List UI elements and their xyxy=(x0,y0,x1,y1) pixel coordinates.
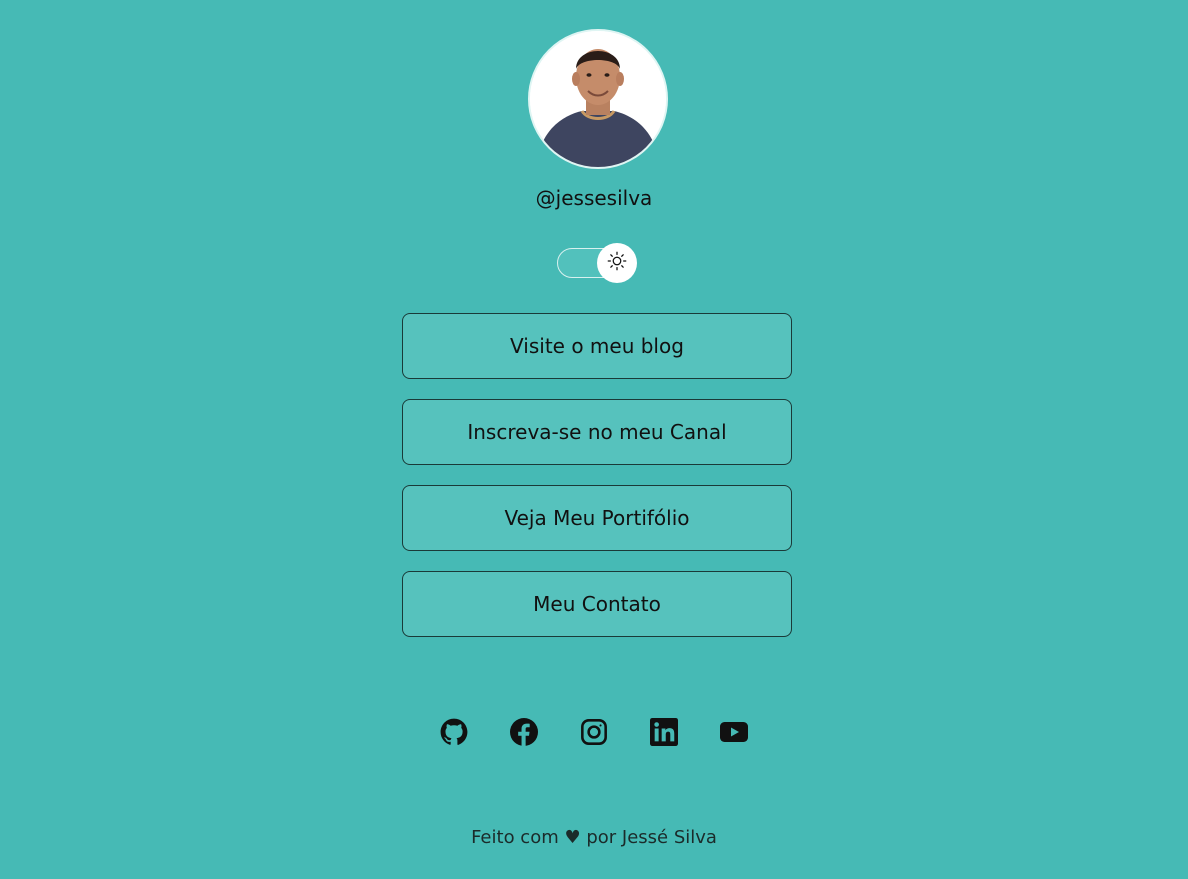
youtube-icon[interactable] xyxy=(720,716,748,748)
channel-link-button[interactable]: Inscreva-se no meu Canal xyxy=(402,399,792,465)
social-links xyxy=(0,716,1188,748)
theme-toggle[interactable] xyxy=(557,243,637,283)
toggle-knob[interactable] xyxy=(597,243,637,283)
footer-credit: Feito com ♥ por Jessé Silva xyxy=(471,827,717,848)
blog-link-button[interactable]: Visite o meu blog xyxy=(402,313,792,379)
instagram-icon[interactable] xyxy=(580,716,608,748)
sun-icon xyxy=(607,251,627,275)
contact-link-button[interactable]: Meu Contato xyxy=(402,571,792,637)
username: @jessesilva xyxy=(535,186,653,210)
profile-avatar xyxy=(528,29,668,169)
facebook-icon[interactable] xyxy=(510,716,538,748)
github-icon[interactable] xyxy=(440,716,468,748)
link-list: Visite o meu blog Inscreva-se no meu Can… xyxy=(402,313,792,657)
portfolio-link-button[interactable]: Veja Meu Portifólio xyxy=(402,485,792,551)
linkedin-icon[interactable] xyxy=(650,716,678,748)
